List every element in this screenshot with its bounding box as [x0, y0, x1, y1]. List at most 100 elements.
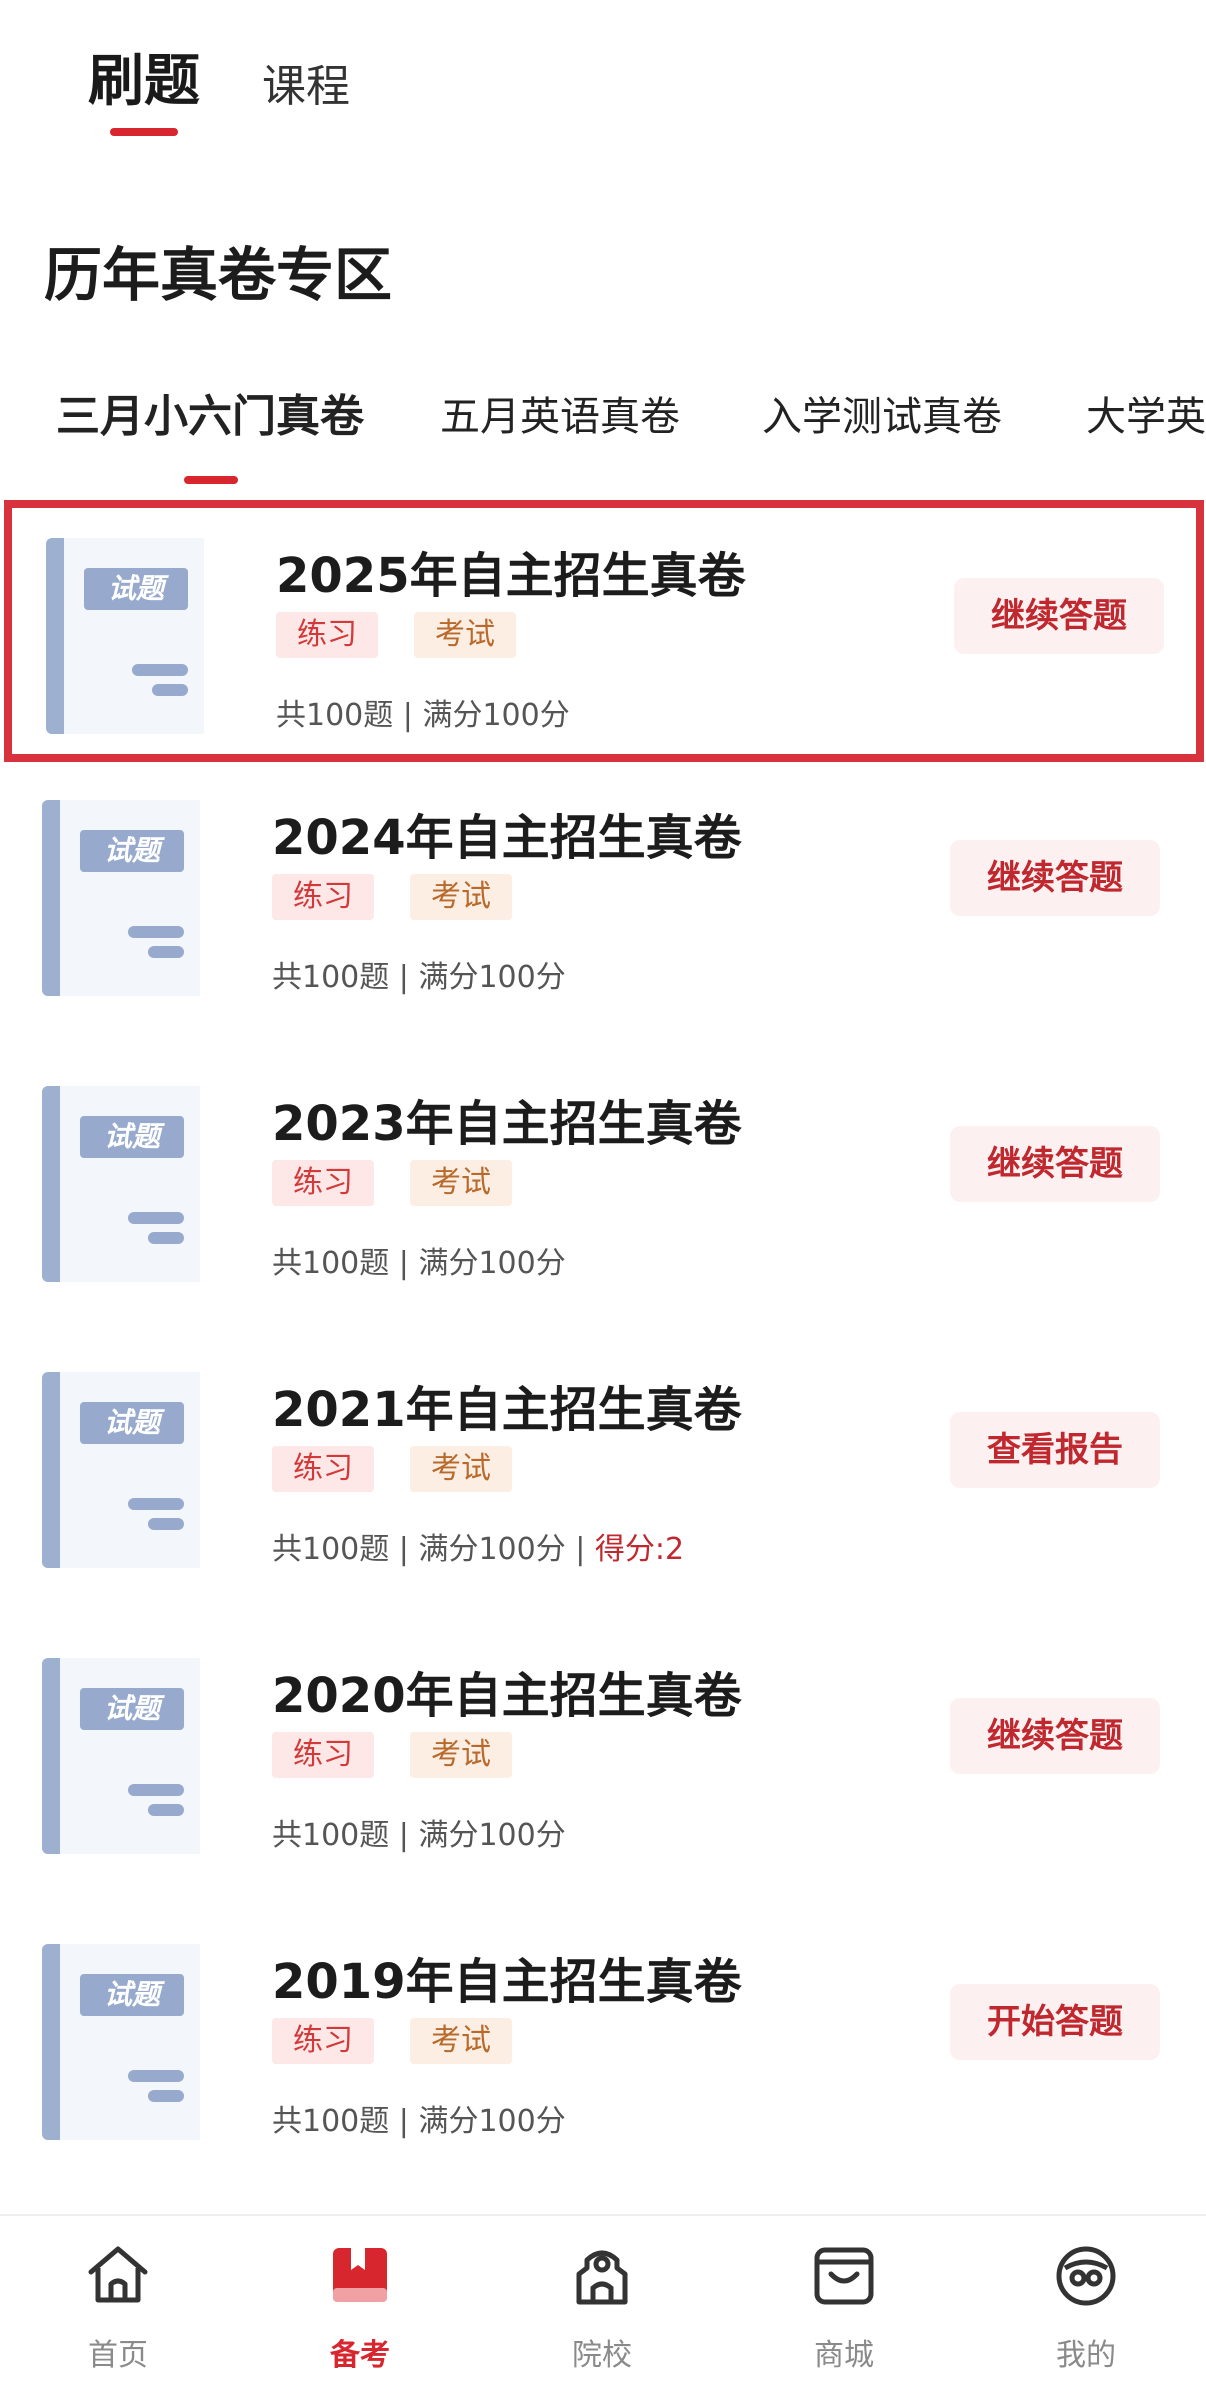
view-report-button[interactable]: 查看报告: [950, 1412, 1160, 1488]
exam-paper-thumbnail-icon: 试题: [42, 800, 200, 996]
paper-meta: 共100题 | 满分100分: [272, 2096, 566, 2140]
paper-meta-text: 共100题 | 满分100分: [272, 1818, 566, 1853]
list-item[interactable]: 试题 2025年自主招生真卷 练习 考试 共100题 | 满分100分 继续答题: [4, 500, 1204, 762]
start-answering-button[interactable]: 开始答题: [950, 1984, 1160, 2060]
thumbnail-line: [128, 1498, 184, 1510]
thumbnail-line: [148, 2090, 184, 2102]
paper-meta: 共100题 | 满分100分 | 得分:2: [272, 1524, 684, 1568]
category-tab-march[interactable]: 三月小六门真卷: [56, 380, 364, 444]
thumbnail-line: [128, 2070, 184, 2082]
exam-paper-thumbnail-icon: 试题: [42, 1086, 200, 1282]
tab-practice[interactable]: 刷题: [88, 36, 200, 117]
score-text: 得分:2: [594, 1532, 685, 1567]
paper-meta: 共100题 | 满分100分: [272, 1238, 566, 1282]
active-tab-indicator: [110, 128, 178, 136]
thumbnail-line: [148, 1232, 184, 1244]
list-item[interactable]: 试题 2019年自主招生真卷 练习 考试 共100题 | 满分100分 开始答题: [0, 1906, 1206, 2168]
thumbnail-line: [152, 684, 188, 696]
exam-tag: 考试: [410, 2018, 512, 2064]
nav-prepare[interactable]: 备考: [280, 2240, 440, 2380]
paper-meta-text: 共100题 | 满分100分 |: [272, 1532, 595, 1567]
category-tab-entrance-test[interactable]: 入学测试真卷: [762, 384, 1002, 442]
active-category-indicator: [184, 476, 238, 484]
tab-courses[interactable]: 课程: [262, 50, 350, 114]
category-tab-bar: 三月小六门真卷 五月英语真卷 入学测试真卷 大学英: [0, 370, 1206, 490]
thumbnail-line: [148, 1804, 184, 1816]
practice-tag: 练习: [272, 874, 374, 920]
paper-title: 2025年自主招生真卷: [276, 548, 746, 604]
thumbnail-line: [128, 926, 184, 938]
nav-shop[interactable]: 商城: [764, 2240, 924, 2380]
thumbnail-line: [148, 946, 184, 958]
paper-meta-text: 共100题 | 满分100分: [272, 2104, 566, 2139]
list-item[interactable]: 试题 2023年自主招生真卷 练习 考试 共100题 | 满分100分 继续答题: [0, 1048, 1206, 1310]
paper-meta-text: 共100题 | 满分100分: [276, 698, 570, 733]
practice-tag: 练习: [272, 1732, 374, 1778]
nav-schools[interactable]: 院校: [522, 2240, 682, 2380]
paper-meta-text: 共100题 | 满分100分: [272, 960, 566, 995]
exam-paper-thumbnail-icon: 试题: [42, 1658, 200, 1854]
thumbnail-label: 试题: [80, 1688, 184, 1730]
paper-meta: 共100题 | 满分100分: [272, 1810, 566, 1854]
paper-title: 2021年自主招生真卷: [272, 1382, 742, 1438]
paper-title: 2024年自主招生真卷: [272, 810, 742, 866]
thumbnail-line: [128, 1212, 184, 1224]
paper-meta: 共100题 | 满分100分: [276, 690, 570, 734]
nav-label: 商城: [814, 2338, 874, 2373]
thumbnail-spine: [42, 800, 60, 996]
continue-answering-button[interactable]: 继续答题: [954, 578, 1164, 654]
category-tab-college-english[interactable]: 大学英: [1086, 384, 1206, 442]
list-item[interactable]: 试题 2024年自主招生真卷 练习 考试 共100题 | 满分100分 继续答题: [0, 762, 1206, 1024]
nav-label: 院校: [572, 2338, 632, 2373]
continue-answering-button[interactable]: 继续答题: [950, 1126, 1160, 1202]
practice-tag: 练习: [272, 2018, 374, 2064]
thumbnail-line: [128, 1784, 184, 1796]
paper-title: 2020年自主招生真卷: [272, 1668, 742, 1724]
exam-tag: 考试: [414, 612, 516, 658]
exam-tag: 考试: [410, 1446, 512, 1492]
practice-tag: 练习: [272, 1446, 374, 1492]
nav-profile[interactable]: 我的: [1006, 2240, 1166, 2380]
list-item[interactable]: 试题 2020年自主招生真卷 练习 考试 共100题 | 满分100分 继续答题: [0, 1620, 1206, 1882]
paper-title: 2023年自主招生真卷: [272, 1096, 742, 1152]
top-tab-bar: 刷题 课程: [0, 0, 1206, 160]
practice-tag: 练习: [276, 612, 378, 658]
continue-answering-button[interactable]: 继续答题: [950, 840, 1160, 916]
profile-icon: [1056, 2246, 1116, 2306]
nav-label: 备考: [330, 2338, 390, 2373]
exam-paper-thumbnail-icon: 试题: [46, 538, 204, 734]
list-item[interactable]: 试题 2021年自主招生真卷 练习 考试 共100题 | 满分100分 | 得分…: [0, 1334, 1206, 1596]
thumbnail-spine: [42, 1372, 60, 1568]
paper-title: 2019年自主招生真卷: [272, 1954, 742, 2010]
paper-meta: 共100题 | 满分100分: [272, 952, 566, 996]
thumbnail-spine: [42, 1086, 60, 1282]
thumbnail-label: 试题: [80, 1116, 184, 1158]
bottom-nav-bar: 首页 备考 院校 商城 我的: [0, 2214, 1206, 2396]
nav-label: 我的: [1056, 2338, 1116, 2373]
category-tab-may-english[interactable]: 五月英语真卷: [440, 384, 680, 442]
book-icon: [333, 2248, 387, 2302]
thumbnail-line: [148, 1518, 184, 1530]
thumbnail-line: [132, 664, 188, 676]
thumbnail-label: 试题: [80, 1974, 184, 2016]
school-icon: [576, 2250, 628, 2305]
nav-label: 首页: [88, 2338, 148, 2373]
thumbnail-label: 试题: [80, 830, 184, 872]
thumbnail-label: 试题: [80, 1402, 184, 1444]
nav-home[interactable]: 首页: [38, 2240, 198, 2380]
shop-icon: [814, 2247, 874, 2305]
exam-tag: 考试: [410, 874, 512, 920]
thumbnail-spine: [46, 538, 64, 734]
exam-paper-thumbnail-icon: 试题: [42, 1372, 200, 1568]
paper-meta-text: 共100题 | 满分100分: [272, 1246, 566, 1281]
practice-tag: 练习: [272, 1160, 374, 1206]
exam-tag: 考试: [410, 1160, 512, 1206]
home-icon: [88, 2246, 148, 2303]
thumbnail-spine: [42, 1944, 60, 2140]
continue-answering-button[interactable]: 继续答题: [950, 1698, 1160, 1774]
section-title: 历年真卷专区: [44, 241, 393, 309]
thumbnail-spine: [42, 1658, 60, 1854]
exam-paper-thumbnail-icon: 试题: [42, 1944, 200, 2140]
thumbnail-label: 试题: [84, 568, 188, 610]
exam-tag: 考试: [410, 1732, 512, 1778]
